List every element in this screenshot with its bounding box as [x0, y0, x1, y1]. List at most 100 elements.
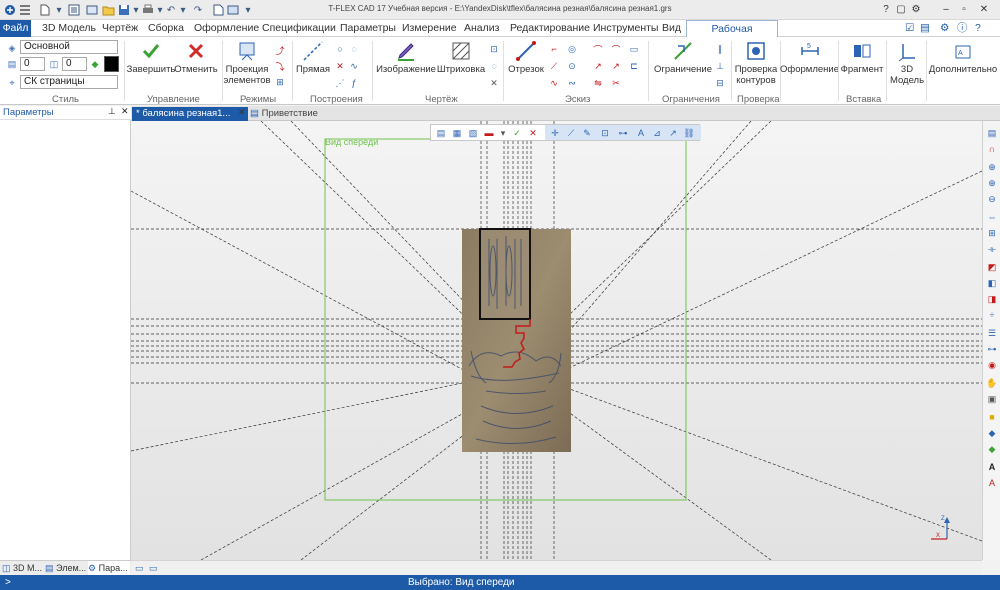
image-button[interactable]: Изображение — [376, 40, 436, 75]
snap-toggle-icon[interactable]: ⟛ — [986, 243, 998, 255]
mode-snap-icon[interactable]: ⤴ — [274, 44, 286, 56]
text-color-icon[interactable]: A — [986, 477, 998, 489]
measure-icon[interactable]: ⊶ — [986, 343, 998, 355]
tab-analysis[interactable]: Анализ — [464, 20, 499, 37]
sketch-mirror-icon[interactable]: ⇋ — [592, 77, 604, 89]
fb-snap-hatch-icon[interactable]: ⊿ — [651, 127, 663, 139]
sketch-spline-icon[interactable]: ∿ — [548, 77, 560, 89]
hamburger-menu-icon[interactable] — [17, 2, 33, 18]
constraint-perp-icon[interactable]: ⊥ — [714, 60, 726, 72]
fb-sheet-icon[interactable]: ▧ — [467, 127, 479, 139]
grid-icon[interactable]: ⊞ — [986, 227, 998, 239]
function-construction-icon[interactable]: ƒ — [348, 77, 360, 89]
page-view-icon[interactable]: ▭ — [135, 563, 144, 574]
list-icon[interactable]: ☰ — [986, 327, 998, 339]
sketch-ellipse-icon[interactable]: ⊙ — [566, 60, 578, 72]
layer-combo[interactable]: Основной — [20, 40, 118, 54]
extra-button[interactable]: A Дополнительно — [928, 40, 998, 75]
tab-drawing[interactable]: Чертёж — [102, 20, 138, 37]
note-icon[interactable]: ■ — [986, 411, 998, 423]
color-swatch[interactable] — [104, 56, 119, 72]
fb-red-icon[interactable]: ▬ — [483, 127, 495, 139]
circle-construction-icon[interactable]: ○ — [334, 43, 346, 55]
panel-close-icon[interactable]: ✕ — [121, 106, 129, 117]
customize-toolbar-icon[interactable]: ▾ — [240, 2, 256, 18]
layers-toggle-icon[interactable]: ◩ — [986, 261, 998, 273]
tab-welcome[interactable]: ▤ Приветствие — [250, 107, 320, 121]
level-field[interactable]: 0 — [20, 57, 45, 71]
fb-cancel-icon[interactable]: ✕ — [527, 127, 539, 139]
fb-snap-line-icon[interactable]: ⟋ — [565, 127, 577, 139]
zoom-fit-icon[interactable]: ⊕ — [986, 161, 998, 173]
magnet-icon[interactable]: ∩ — [986, 143, 998, 155]
fb-snap-box-icon[interactable]: ⊡ — [599, 127, 611, 139]
parameters-panel[interactable] — [0, 120, 131, 560]
favorites-icon[interactable]: ☑ — [905, 20, 914, 37]
sketch-arrow-icon[interactable]: ↗ — [592, 60, 604, 72]
mode-grid-icon[interactable]: ⊞ — [274, 76, 286, 88]
tab-specifications[interactable]: Спецификации — [262, 20, 336, 37]
sketch-circle-icon[interactable]: ◎ — [566, 43, 578, 55]
tab-view[interactable]: Вид — [662, 20, 681, 37]
shape-icon[interactable]: ◆ — [986, 427, 998, 439]
tab-3d-model-panel[interactable]: ◫ 3D М... — [2, 561, 44, 576]
command-prompt[interactable]: > — [5, 575, 11, 590]
cube-icon[interactable]: ◧ — [986, 277, 998, 289]
3d-model-button[interactable]: 3D Модель — [888, 40, 926, 86]
compass-icon[interactable]: ◉ — [986, 359, 998, 371]
line-button[interactable]: Прямая — [296, 40, 330, 75]
zoom-in-icon[interactable]: ⊕ — [986, 177, 998, 189]
open-file-icon[interactable] — [100, 2, 116, 18]
view-window-icon[interactable]: ▤ — [986, 127, 998, 139]
restore-ribbon-icon[interactable]: ▢ — [895, 2, 907, 16]
sketch-break-icon[interactable]: ✂ — [610, 77, 622, 89]
node-construction-icon[interactable]: ✕ — [334, 60, 346, 72]
fb-snap-point-icon[interactable]: ✛ — [549, 127, 561, 139]
tab-elements-panel[interactable]: ▤ Элем... — [45, 561, 87, 576]
tab-close-icon[interactable]: ✕ — [238, 107, 246, 118]
fb-snap-rotate-icon[interactable]: ↗ — [667, 127, 679, 139]
fb-ok-icon[interactable]: ✓ — [511, 127, 523, 139]
horizontal-scrollbar[interactable]: ▭ ▭ — [131, 560, 982, 575]
sketch-trim-icon[interactable]: ↗ — [610, 60, 622, 72]
sketch-rect-icon[interactable]: ▭ — [628, 43, 640, 55]
offset-construction-icon[interactable]: ⋰ — [334, 77, 346, 89]
section-icon[interactable]: ◨ — [986, 293, 998, 305]
priority-field[interactable]: 0 — [62, 57, 87, 71]
redo-icon[interactable]: ↷ — [190, 2, 206, 18]
projection-button[interactable]: Проекция элементов — [223, 40, 271, 86]
maximize-icon[interactable]: ▫ — [958, 2, 970, 16]
constraint-fix-icon[interactable]: ⊟ — [714, 77, 726, 89]
close-icon[interactable]: ✕ — [978, 2, 990, 16]
pages-icon[interactable]: ▣ — [986, 393, 998, 405]
drawing-canvas[interactable]: Z X Вид спереди — [131, 121, 982, 560]
fb-window-icon[interactable]: ▤ — [435, 127, 447, 139]
tab-parameters[interactable]: Параметры — [340, 20, 396, 37]
mode-link-icon[interactable]: ⤵ — [274, 60, 286, 72]
hand-icon[interactable]: ✋ — [986, 377, 998, 389]
ellipse-construction-icon[interactable]: ◌ — [348, 43, 360, 55]
sketch-fillet-icon[interactable]: ⌒ — [610, 43, 622, 55]
tab-design[interactable]: Оформление — [194, 20, 259, 37]
spline-construction-icon[interactable]: ∿ — [348, 60, 360, 72]
text-style-icon[interactable]: A — [986, 461, 998, 473]
tab-parameters-panel[interactable]: ⚙ Пара... — [88, 561, 130, 576]
tab-3d-model[interactable]: 3D Модель — [42, 20, 96, 37]
delete-tool-icon[interactable]: ✕ — [488, 77, 500, 89]
constraint-button[interactable]: Ограничение — [652, 40, 714, 75]
pan-icon[interactable]: ⇔ — [986, 211, 998, 223]
fb-page-icon[interactable]: ▦ — [451, 127, 463, 139]
tab-document[interactable]: * балясина резная1... — [132, 107, 248, 121]
help-icon[interactable]: ? — [880, 2, 892, 16]
help-circle-icon[interactable]: ? — [975, 20, 981, 37]
export-icon[interactable] — [210, 2, 226, 18]
fb-dropdown-icon[interactable]: ▾ — [497, 127, 509, 139]
new-model-icon[interactable] — [84, 2, 100, 18]
settings-icon[interactable]: ⚙ — [940, 20, 949, 37]
check-contours-button[interactable]: Проверка контуров — [734, 40, 778, 86]
info-icon[interactable]: ⓘ — [957, 20, 968, 37]
tab-edit[interactable]: Редактирование — [510, 20, 590, 37]
tab-file[interactable]: Файл — [0, 20, 31, 37]
sketch-point-icon[interactable]: ⌐ — [548, 43, 560, 55]
text-tool-icon[interactable]: ⊡ — [488, 43, 500, 55]
